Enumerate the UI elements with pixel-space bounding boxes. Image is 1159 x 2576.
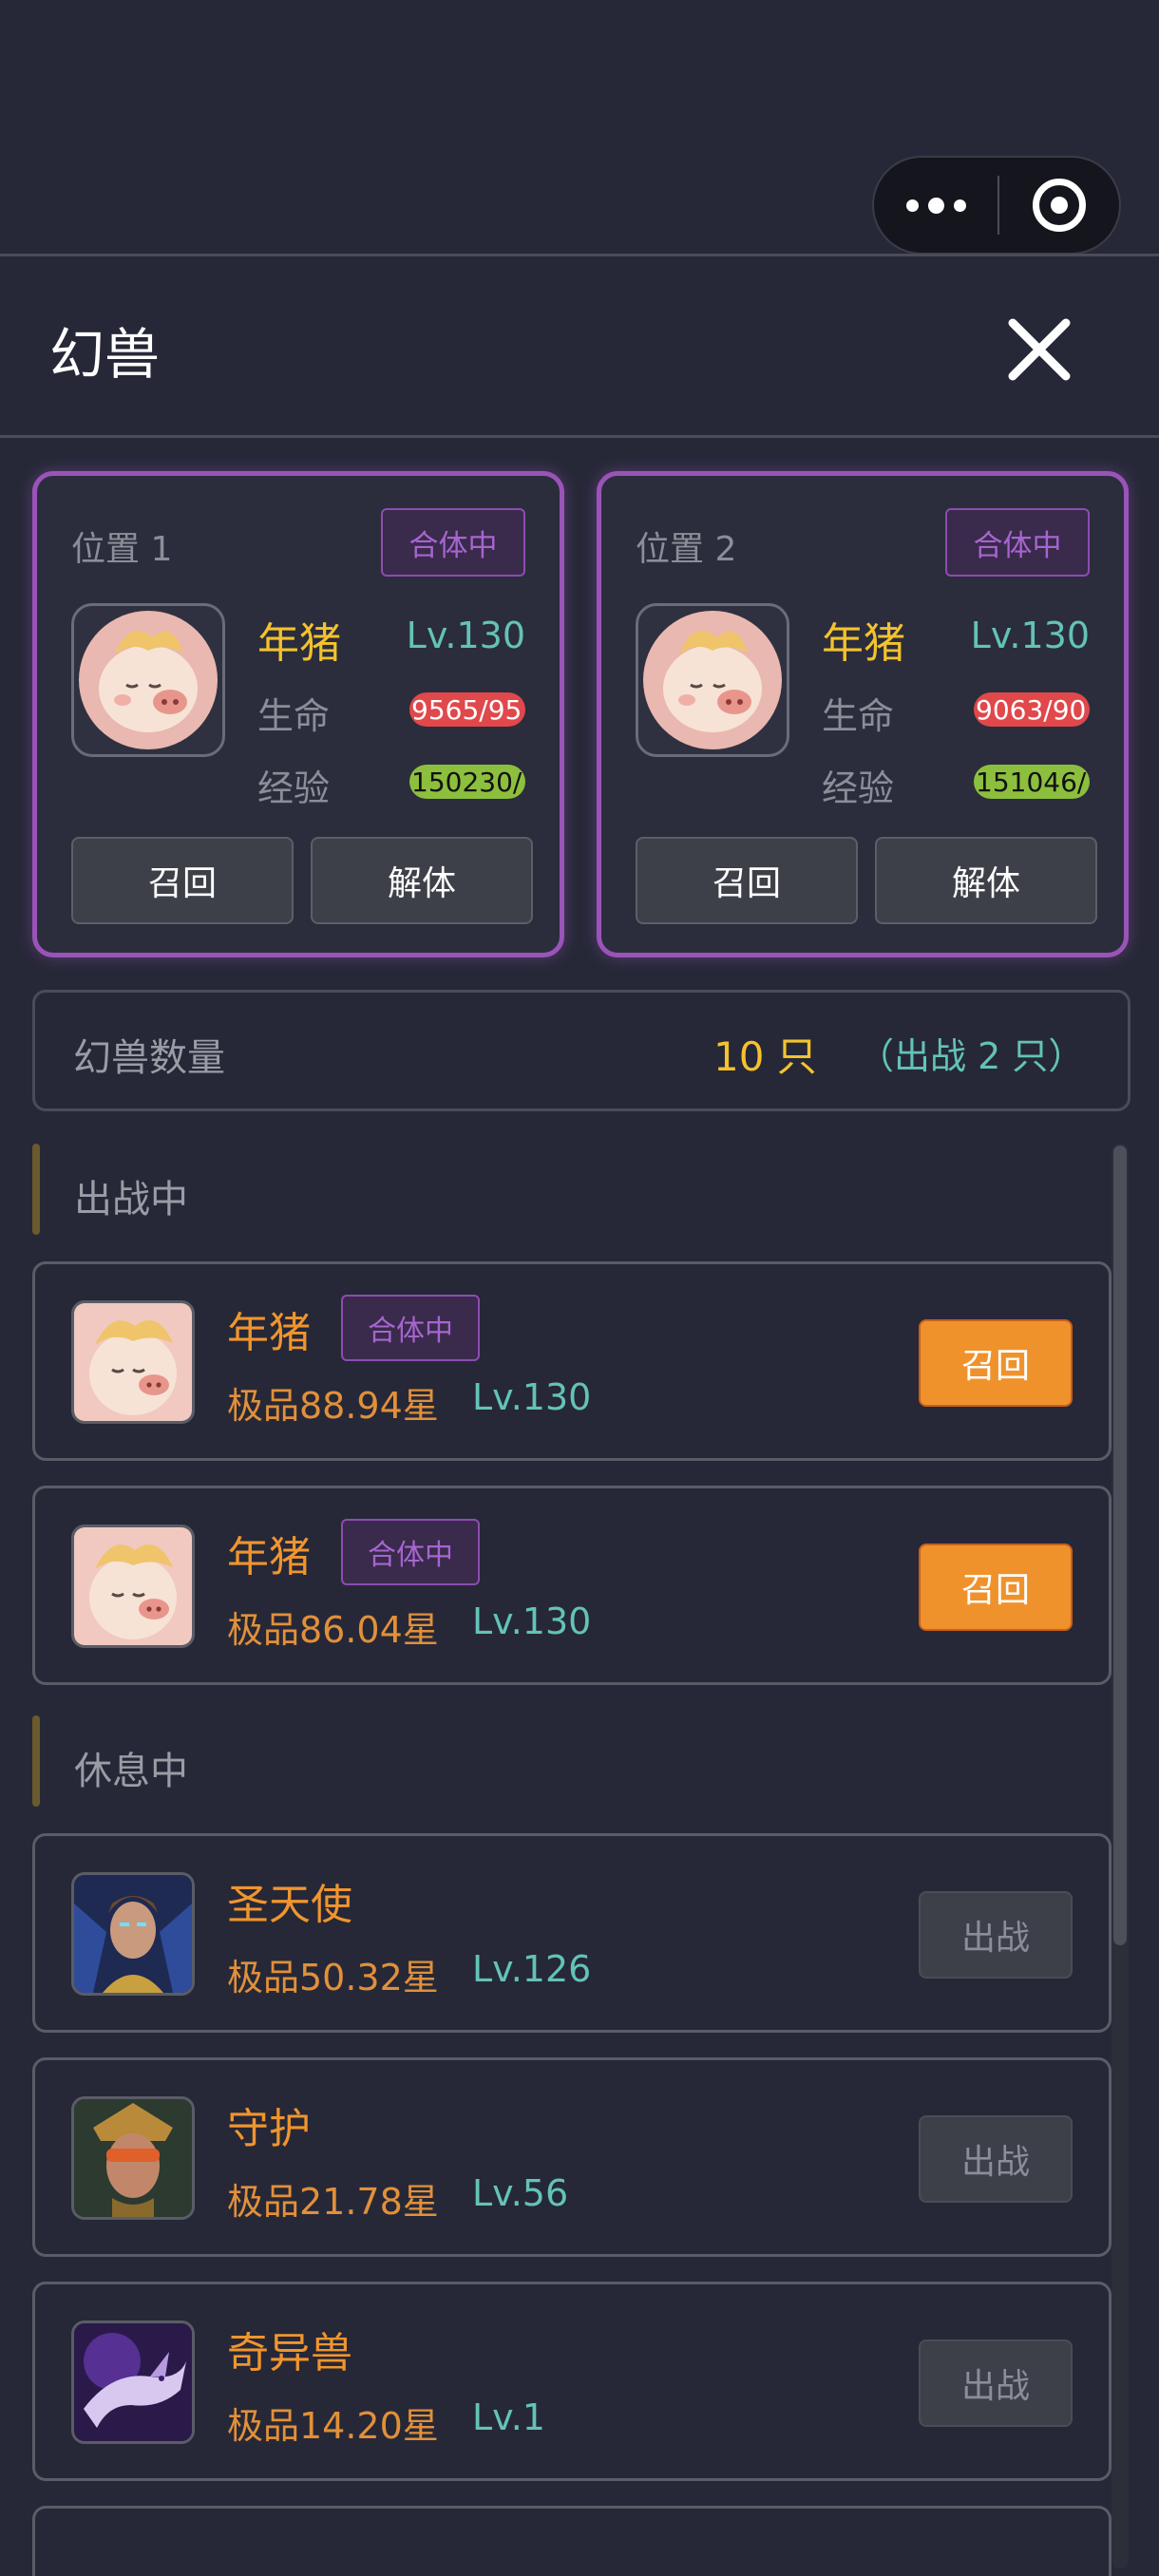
page-title: 幻兽 (49, 322, 161, 387)
pet-name: 年猪 (227, 1309, 311, 1357)
angel-avatar-icon (71, 1872, 195, 1996)
pet-level: Lv.130 (406, 615, 525, 656)
unmerge-button[interactable]: 解体 (875, 837, 1097, 924)
pet-level: Lv.126 (472, 1948, 592, 1990)
pet-level: Lv.130 (472, 1376, 592, 1418)
list-item[interactable]: 圣天使 极品50.32星 Lv.126 出战 (32, 1833, 1112, 2033)
xp-label: 经验 (822, 767, 895, 809)
xp-label: 经验 (257, 767, 331, 809)
xp-bar: 150230/ (409, 765, 525, 799)
pet-level: Lv.1 (472, 2396, 545, 2438)
section-resting: 休息中 (32, 1715, 1102, 1807)
dragon-avatar-icon (71, 2320, 195, 2444)
pet-name: 年猪 (227, 1533, 311, 1582)
hp-label: 生命 (257, 695, 331, 737)
position-label: 位置 2 (636, 530, 737, 569)
pet-count-label: 幻兽数量 (73, 1036, 225, 1080)
position-card-1: 位置 1 合体中 年猪 Lv.130 生命 9565/95 经验 150230/… (32, 471, 564, 957)
more-dot-icon (927, 197, 944, 214)
hp-value: 9565/95 (411, 693, 522, 726)
recall-button[interactable]: 召回 (919, 1544, 1073, 1631)
deploy-button[interactable]: 出战 (919, 2339, 1073, 2427)
list-item[interactable]: 守护 极品21.78星 Lv.56 出战 (32, 2057, 1112, 2257)
record-icon (1033, 179, 1086, 232)
unmerge-button[interactable]: 解体 (311, 837, 533, 924)
pet-grade: 极品21.78星 (227, 2181, 439, 2223)
pet-count-box: 幻兽数量 10 只 （出战 2 只） (32, 990, 1130, 1111)
merged-badge: 合体中 (341, 1295, 480, 1361)
section-active: 出战中 (32, 1144, 1102, 1235)
exit-miniapp-button[interactable] (999, 179, 1119, 232)
pet-name: 奇异兽 (227, 2329, 352, 2377)
section-title: 休息中 (74, 1750, 188, 1793)
pig-avatar-icon (71, 1525, 195, 1648)
guardian-avatar-icon (71, 2096, 195, 2220)
close-icon[interactable] (1005, 315, 1074, 384)
position-label: 位置 1 (71, 530, 173, 569)
pet-name: 圣天使 (227, 1881, 352, 1929)
pig-avatar-icon (636, 603, 789, 757)
xp-value: 151046/ (976, 766, 1087, 798)
pet-level: Lv.130 (970, 615, 1090, 656)
list-item[interactable]: 奇异兽 极品14.20星 Lv.1 出战 (32, 2282, 1112, 2481)
pet-count-value: 10 只 (713, 1033, 817, 1080)
pig-avatar-icon (71, 1300, 195, 1424)
section-accent (32, 1715, 40, 1807)
scrollbar-thumb[interactable] (1113, 1146, 1127, 1945)
miniapp-capsule (872, 156, 1121, 255)
pig-avatar-icon (71, 603, 225, 757)
merged-badge: 合体中 (381, 508, 525, 577)
list-item[interactable] (32, 2506, 1112, 2576)
section-title: 出战中 (74, 1178, 188, 1222)
xp-value: 150230/ (411, 766, 522, 798)
pet-grade: 极品86.04星 (227, 1609, 439, 1651)
hp-value: 9063/90 (976, 693, 1087, 726)
deploy-button[interactable]: 出战 (919, 1891, 1073, 1979)
pet-level: Lv.130 (472, 1601, 592, 1642)
more-menu-button[interactable] (874, 158, 998, 253)
more-dot-icon (953, 199, 966, 212)
pet-name: 年猪 (822, 619, 905, 668)
section-accent (32, 1144, 40, 1235)
list-item[interactable]: 年猪 合体中 极品86.04星 Lv.130 召回 (32, 1486, 1112, 1685)
pet-level: Lv.56 (472, 2172, 569, 2214)
more-dot-icon (905, 199, 919, 212)
header-divider-bottom (0, 435, 1159, 438)
pet-name: 守护 (227, 2105, 311, 2153)
hp-bar: 9063/90 (974, 692, 1090, 727)
xp-bar: 151046/ (974, 765, 1090, 799)
hp-label: 生命 (822, 695, 895, 737)
merged-badge: 合体中 (341, 1519, 480, 1585)
hp-bar: 9565/95 (409, 692, 525, 727)
list-item[interactable]: 年猪 合体中 极品88.94星 Lv.130 召回 (32, 1261, 1112, 1461)
deploy-button[interactable]: 出战 (919, 2115, 1073, 2203)
pet-grade: 极品50.32星 (227, 1957, 439, 1998)
recall-button[interactable]: 召回 (919, 1319, 1073, 1407)
pet-grade: 极品14.20星 (227, 2405, 439, 2447)
pet-name: 年猪 (257, 619, 341, 668)
active-count-value: （出战 2 只） (858, 1035, 1085, 1077)
position-card-2: 位置 2 合体中 年猪 Lv.130 生命 9063/90 经验 151046/… (597, 471, 1129, 957)
merged-badge: 合体中 (945, 508, 1090, 577)
recall-button[interactable]: 召回 (71, 837, 294, 924)
pet-grade: 极品88.94星 (227, 1385, 439, 1427)
recall-button[interactable]: 召回 (636, 837, 858, 924)
header-divider-top (0, 254, 1159, 256)
